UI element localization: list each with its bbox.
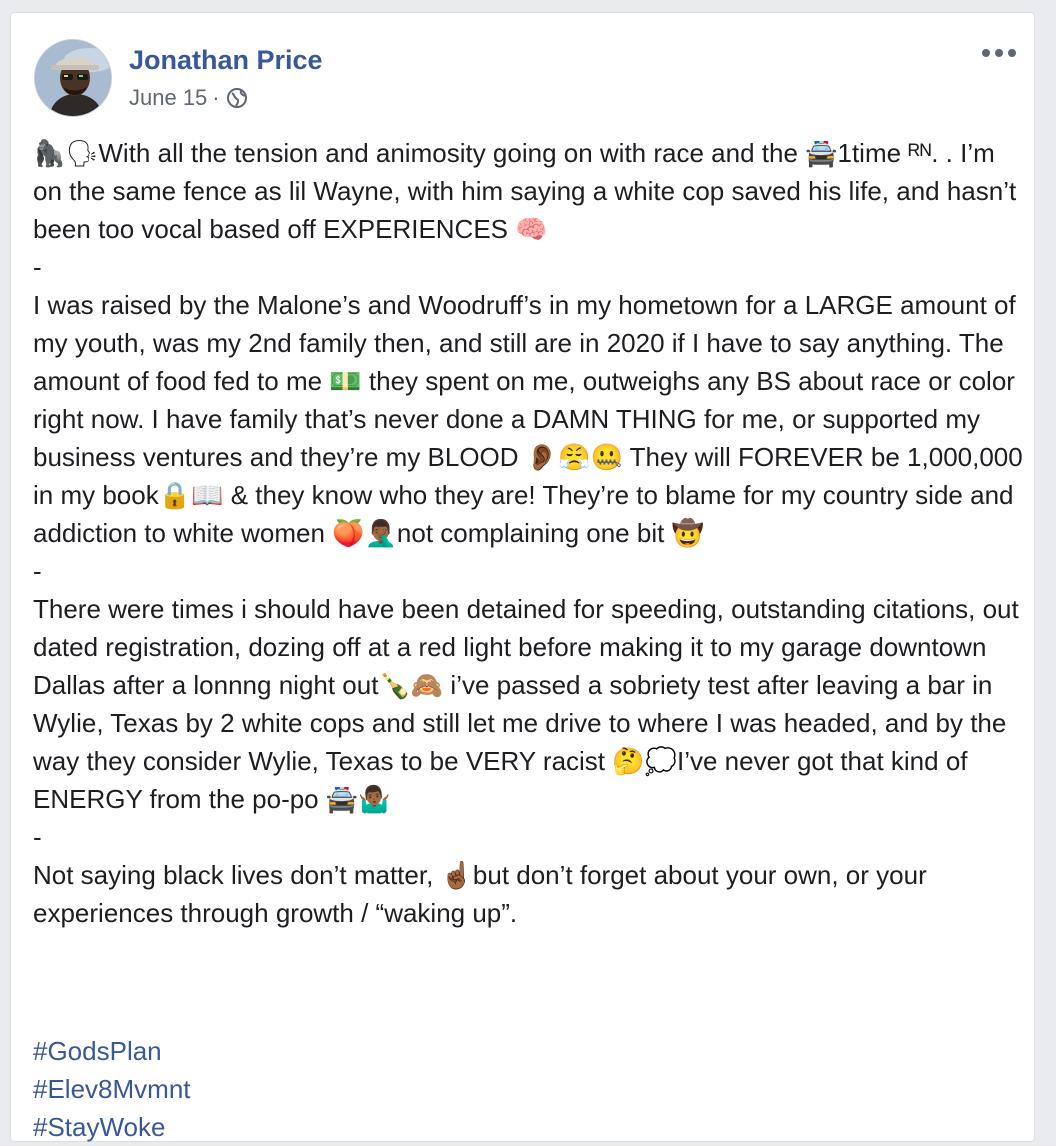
meta-separator: ·: [212, 85, 220, 110]
post-paragraph: I was raised by the Malone’s and Woodruf…: [33, 290, 1030, 548]
post-card: Jonathan Price June 15 · 🦍🗣With all the …: [10, 12, 1035, 1142]
post-meta: June 15 ·: [129, 84, 248, 112]
hashtag-link[interactable]: #GodsPlan: [33, 1032, 191, 1070]
post-date[interactable]: June 15: [129, 84, 207, 112]
profile-photo: [35, 40, 111, 116]
hashtag-list: #GodsPlan #Elev8Mvmnt #StayWoke: [33, 1032, 191, 1146]
author-name[interactable]: Jonathan Price: [129, 43, 323, 77]
post-paragraph: 🦍🗣With all the tension and animosity goi…: [33, 138, 1024, 244]
post-paragraph: Not saying black lives don’t matter, ☝🏾b…: [33, 860, 934, 928]
more-options-icon[interactable]: [982, 43, 1016, 63]
post-separator: -: [33, 822, 42, 852]
post-separator: -: [33, 252, 42, 282]
avatar[interactable]: [34, 39, 112, 117]
hashtag-link[interactable]: #StayWoke: [33, 1108, 191, 1146]
globe-icon[interactable]: [226, 87, 248, 109]
post-body: 🦍🗣With all the tension and animosity goi…: [33, 134, 1023, 932]
post-separator: -: [33, 556, 42, 586]
post-paragraph: There were times i should have been deta…: [33, 594, 1026, 814]
hashtag-link[interactable]: #Elev8Mvmnt: [33, 1070, 191, 1108]
